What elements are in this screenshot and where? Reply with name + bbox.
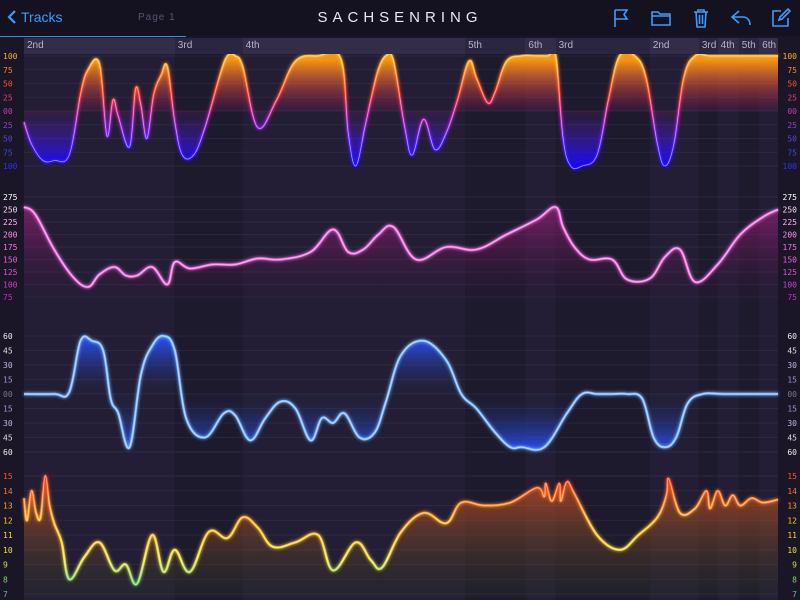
y-tick-label: 15: [3, 376, 13, 385]
y-tick-label: 60: [3, 448, 13, 457]
y-tick-label: 75: [3, 66, 13, 75]
y-tick-label: 30: [3, 361, 13, 370]
y-tick-label: 50: [787, 135, 797, 144]
y-tick-label: 175: [783, 243, 798, 252]
y-tick-label: 60: [3, 332, 13, 341]
gear-label: 4th: [717, 38, 739, 54]
y-tick-label: 100: [783, 52, 798, 61]
y-tick-label: 15: [3, 405, 13, 414]
y-tick-label: 250: [783, 206, 798, 215]
gear-label: 5th: [465, 38, 526, 54]
y-tick-label: 12: [3, 516, 13, 525]
y-tick-label: 45: [3, 434, 13, 443]
y-tick-label: 9: [3, 561, 8, 570]
y-tick-label: 30: [787, 419, 797, 428]
y-tick-label: 50: [3, 135, 13, 144]
gear-label: 2nd: [24, 38, 175, 54]
y-tick-label: 60: [787, 448, 797, 457]
y-tick-label: 100: [783, 281, 798, 290]
y-tick-label: 15: [3, 472, 13, 481]
gear-label: 3rd: [555, 38, 650, 54]
y-tick-label: 225: [3, 218, 18, 227]
y-tick-label: 13: [3, 502, 13, 511]
y-tick-label: 15: [787, 376, 797, 385]
compose-icon[interactable]: [770, 7, 792, 29]
y-tick-label: 275: [783, 193, 798, 202]
y-tick-label: 7: [792, 590, 797, 599]
y-tick-label: 30: [787, 361, 797, 370]
y-tick-label: 25: [787, 93, 797, 102]
y-tick-label: 14: [787, 487, 797, 496]
flag-icon[interactable]: [610, 7, 632, 29]
telemetry-plot[interactable]: 100 10075 7550 5025 2500 0025 2550 5075 75100 100…: [0, 0, 800, 600]
y-tick-label: 200: [783, 231, 798, 240]
y-tick-label: 30: [3, 419, 13, 428]
y-tick-label: 75: [3, 293, 13, 302]
trash-icon[interactable]: [690, 7, 712, 29]
y-tick-label: 14: [3, 487, 13, 496]
y-tick-label: 275: [3, 193, 18, 202]
gear-label: 6th: [759, 38, 778, 54]
y-tick-label: 125: [783, 268, 798, 277]
y-tick-label: 75: [787, 148, 797, 157]
y-tick-label: 00: [787, 107, 797, 116]
y-tick-label: 25: [787, 121, 797, 130]
gear-label: 4th: [242, 38, 466, 54]
y-tick-label: 00: [3, 107, 13, 116]
top-bar: Tracks Page 1 SACHSENRING: [0, 0, 800, 36]
y-tick-label: 150: [783, 256, 798, 265]
y-tick-label: 100: [3, 52, 18, 61]
y-tick-label: 75: [3, 148, 13, 157]
y-tick-label: 225: [783, 218, 798, 227]
y-tick-label: 8: [792, 575, 797, 584]
gear-label: 6th: [525, 38, 556, 54]
y-tick-label: 25: [3, 93, 13, 102]
y-tick-label: 13: [787, 502, 797, 511]
y-tick-label: 12: [787, 516, 797, 525]
y-tick-label: 9: [792, 561, 797, 570]
page-indicator: [0, 36, 186, 37]
gear-label: 3rd: [698, 38, 718, 54]
y-tick-label: 50: [787, 80, 797, 89]
y-tick-label: 8: [3, 575, 8, 584]
reply-icon[interactable]: [730, 7, 752, 29]
y-tick-label: 75: [787, 66, 797, 75]
y-tick-label: 11: [787, 531, 797, 540]
gear-label: 5th: [738, 38, 760, 54]
y-tick-label: 175: [3, 243, 18, 252]
y-tick-label: 25: [3, 121, 13, 130]
y-tick-label: 100: [3, 281, 18, 290]
y-tick-label: 45: [787, 347, 797, 356]
y-tick-label: 10: [3, 546, 13, 555]
y-tick-label: 11: [3, 531, 13, 540]
y-tick-label: 00: [3, 390, 13, 399]
y-tick-label: 200: [3, 231, 18, 240]
y-tick-label: 125: [3, 268, 18, 277]
y-tick-label: 10: [787, 546, 797, 555]
y-tick-label: 15: [787, 405, 797, 414]
y-tick-label: 150: [3, 256, 18, 265]
gear-bar: 2nd 3rd 4th 5th 6th 3rd 2nd 3rd 4th 5th 6th: [24, 38, 778, 54]
gear-label: 3rd: [174, 38, 243, 54]
y-tick-label: 15: [787, 472, 797, 481]
y-tick-label: 00: [787, 390, 797, 399]
y-tick-label: 45: [787, 434, 797, 443]
folder-icon[interactable]: [650, 7, 672, 29]
gear-label: 2nd: [649, 38, 699, 54]
y-tick-label: 100: [783, 162, 798, 171]
y-tick-label: 50: [3, 80, 13, 89]
y-tick-label: 75: [787, 293, 797, 302]
y-tick-label: 45: [3, 347, 13, 356]
y-tick-label: 60: [787, 332, 797, 341]
y-tick-label: 100: [3, 162, 18, 171]
y-tick-label: 7: [3, 590, 8, 599]
y-tick-label: 250: [3, 206, 18, 215]
